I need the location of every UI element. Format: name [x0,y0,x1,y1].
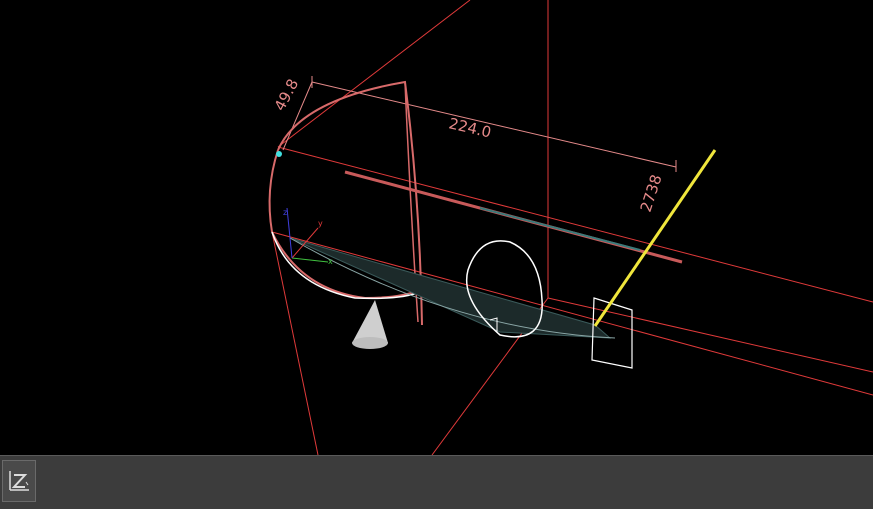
height-dimension-label: 2738 [637,172,666,214]
selection-point[interactable] [276,151,282,157]
x-axis-label: x [328,257,333,266]
sweep-surface [289,237,612,339]
view-orientation-button[interactable] [2,460,36,502]
bounding-box [271,0,873,455]
3d-viewport[interactable]: 224.0 49.8 2738 x y z [0,0,873,455]
z-axis-label: z [283,208,287,217]
y-axis-label: y [318,219,323,228]
depth-dimension-label: 49.8 [271,76,303,114]
cone-object[interactable] [352,300,388,349]
teal-rail-segment [479,207,641,251]
axis-view-icon [9,471,29,491]
red-arc-surface [268,80,423,326]
width-dimension-label: 224.0 [447,114,493,141]
status-bar [0,455,873,509]
